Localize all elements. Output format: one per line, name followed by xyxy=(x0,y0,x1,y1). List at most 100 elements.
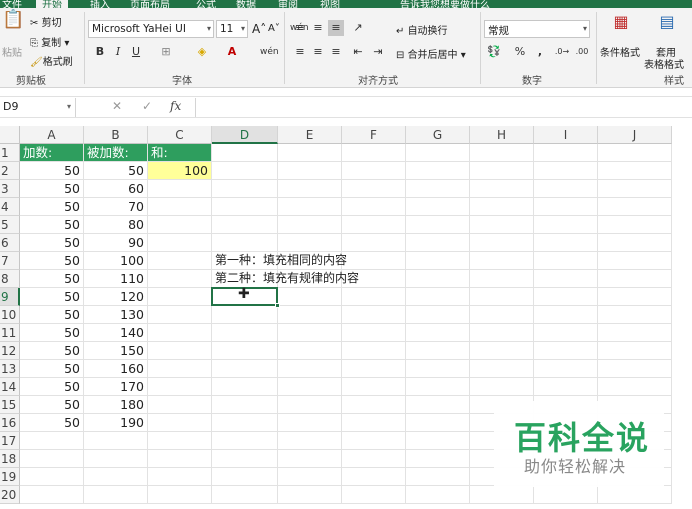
column-header-i[interactable]: I xyxy=(534,126,598,144)
cell-a16[interactable]: 50 xyxy=(20,414,84,432)
cell-b14[interactable]: 170 xyxy=(84,378,148,396)
cell-d7[interactable]: 第一种：填充相同的内容 xyxy=(212,252,347,270)
grid-cell[interactable] xyxy=(148,216,212,234)
grid-cell[interactable] xyxy=(342,252,406,270)
orientation-icon[interactable]: ↗ xyxy=(350,20,366,36)
grid-cell[interactable] xyxy=(470,306,534,324)
row-header-8[interactable]: 8 xyxy=(0,270,20,288)
column-header-g[interactable]: G xyxy=(406,126,470,144)
cell-a15[interactable]: 50 xyxy=(20,396,84,414)
grid-cell[interactable] xyxy=(212,378,278,396)
grid-cell[interactable] xyxy=(148,324,212,342)
grid-cell[interactable] xyxy=(342,324,406,342)
grid-cell[interactable] xyxy=(278,432,342,450)
grid-cell[interactable] xyxy=(406,162,470,180)
grid-cell[interactable] xyxy=(406,414,470,432)
grid-cell[interactable] xyxy=(470,216,534,234)
font-color-icon[interactable]: A xyxy=(224,44,240,60)
grid-cell[interactable] xyxy=(212,486,278,504)
cell-b16[interactable]: 190 xyxy=(84,414,148,432)
grid-cell[interactable] xyxy=(470,288,534,306)
grid-cell[interactable] xyxy=(470,486,534,504)
grid-cell[interactable] xyxy=(598,216,672,234)
grid-cell[interactable] xyxy=(342,486,406,504)
font-name-combo[interactable]: Microsoft YaHei UI ▾ xyxy=(88,20,214,38)
grid-cell[interactable] xyxy=(470,324,534,342)
paste-icon[interactable]: 📋 xyxy=(2,11,24,38)
grid-cell[interactable] xyxy=(20,450,84,468)
grid-cell[interactable] xyxy=(148,342,212,360)
grid-cell[interactable] xyxy=(278,342,342,360)
grid-cell[interactable] xyxy=(212,360,278,378)
number-format-combo[interactable]: 常规 ▾ xyxy=(484,20,590,38)
fill-color-icon[interactable]: ◈ xyxy=(194,44,210,60)
row-header-11[interactable]: 11 xyxy=(0,324,20,342)
grid-cell[interactable] xyxy=(342,234,406,252)
bold-button[interactable]: B xyxy=(92,44,108,60)
grid-cell[interactable] xyxy=(534,216,598,234)
copy-button[interactable]: ⎘ 复制 ▾ xyxy=(30,34,69,49)
grid-cell[interactable] xyxy=(278,360,342,378)
row-header-1[interactable]: 1 xyxy=(0,144,20,162)
italic-button[interactable]: I xyxy=(110,44,126,60)
grid-cell[interactable] xyxy=(598,486,672,504)
grid-cell[interactable] xyxy=(148,486,212,504)
increase-decimal-icon[interactable]: .0→ xyxy=(554,44,570,60)
cell-b2[interactable]: 50 xyxy=(84,162,148,180)
grid-cell[interactable] xyxy=(342,288,406,306)
align-bottom-icon[interactable]: ≡ xyxy=(328,20,344,36)
column-header-h[interactable]: H xyxy=(470,126,534,144)
grid-cell[interactable] xyxy=(598,324,672,342)
grid-cell[interactable] xyxy=(212,342,278,360)
cell-b13[interactable]: 160 xyxy=(84,360,148,378)
grid-cell[interactable] xyxy=(470,180,534,198)
grid-cell[interactable] xyxy=(148,198,212,216)
column-header-e[interactable]: E xyxy=(278,126,342,144)
grid-cell[interactable] xyxy=(406,360,470,378)
grid-cell[interactable] xyxy=(84,450,148,468)
select-all-corner[interactable] xyxy=(0,126,20,144)
grid-cell[interactable] xyxy=(534,198,598,216)
grid-cell[interactable] xyxy=(598,144,672,162)
grid-cell[interactable] xyxy=(598,252,672,270)
grid-cell[interactable] xyxy=(406,432,470,450)
grow-font-button[interactable]: A˄ xyxy=(252,22,266,36)
row-header-2[interactable]: 2 xyxy=(0,162,20,180)
grid-cell[interactable] xyxy=(406,468,470,486)
grid-cell[interactable] xyxy=(84,432,148,450)
grid-cell[interactable] xyxy=(470,162,534,180)
grid-cell[interactable] xyxy=(278,396,342,414)
grid-cell[interactable] xyxy=(342,180,406,198)
grid-cell[interactable] xyxy=(470,378,534,396)
grid-cell[interactable] xyxy=(534,162,598,180)
grid-cell[interactable] xyxy=(148,306,212,324)
grid-cell[interactable] xyxy=(278,288,342,306)
decrease-indent-icon[interactable]: ⇤ xyxy=(350,44,366,60)
grid-cell[interactable] xyxy=(406,378,470,396)
grid-cell[interactable] xyxy=(148,432,212,450)
percent-button[interactable]: % xyxy=(512,44,528,60)
grid-cell[interactable] xyxy=(470,144,534,162)
grid-cell[interactable] xyxy=(534,306,598,324)
grid-cell[interactable] xyxy=(278,234,342,252)
row-header-6[interactable]: 6 xyxy=(0,234,20,252)
grid-cell[interactable] xyxy=(470,342,534,360)
cell-b6[interactable]: 90 xyxy=(84,234,148,252)
grid-cell[interactable] xyxy=(212,468,278,486)
cell-a3[interactable]: 50 xyxy=(20,180,84,198)
enter-icon[interactable]: ✓ xyxy=(142,99,152,113)
phonetic-guide-icon[interactable]: wén xyxy=(260,44,279,60)
cell-a2[interactable]: 50 xyxy=(20,162,84,180)
grid-cell[interactable] xyxy=(534,486,598,504)
grid-cell[interactable] xyxy=(212,324,278,342)
grid-cell[interactable] xyxy=(278,414,342,432)
cell-a5[interactable]: 50 xyxy=(20,216,84,234)
grid-cell[interactable] xyxy=(148,360,212,378)
grid-cell[interactable] xyxy=(534,288,598,306)
column-header-a[interactable]: A xyxy=(20,126,84,144)
grid-cell[interactable] xyxy=(406,234,470,252)
conditional-format-button[interactable]: 条件格式 xyxy=(600,44,640,59)
row-header-9[interactable]: 9 xyxy=(0,288,20,306)
grid-cell[interactable] xyxy=(598,270,672,288)
grid-cell[interactable] xyxy=(148,378,212,396)
